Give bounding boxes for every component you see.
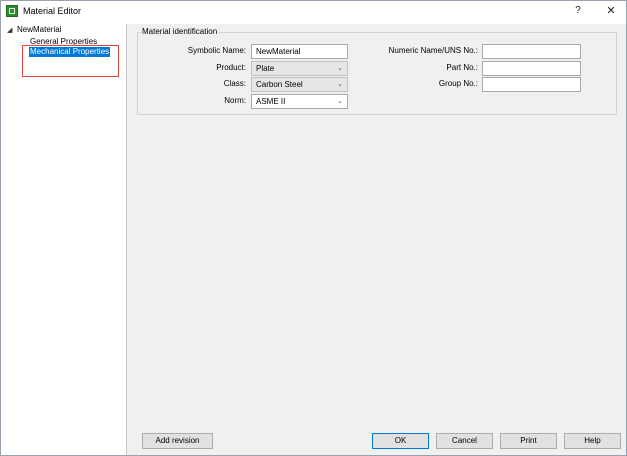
symbolic-name-label: Symbolic Name:: [187, 46, 246, 55]
material-tree: ◢ NewMaterial General Properties Mechani…: [1, 24, 127, 455]
class-value: Carbon Steel: [256, 80, 303, 89]
norm-value: ASME II: [256, 97, 286, 106]
norm-select[interactable]: ASME II ⌄: [251, 94, 348, 109]
chevron-down-icon: ⌄: [337, 81, 343, 88]
expand-toggle-icon[interactable]: ◢: [7, 26, 12, 34]
ok-button[interactable]: OK: [372, 433, 429, 449]
part-no-label: Part No.:: [446, 63, 478, 72]
help-title-button[interactable]: ?: [571, 4, 585, 18]
product-value: Plate: [256, 64, 275, 73]
symbolic-name-input[interactable]: NewMaterial: [251, 44, 348, 59]
group-no-input[interactable]: [482, 77, 581, 92]
tree-item-newmaterial[interactable]: NewMaterial: [17, 25, 61, 34]
cancel-button[interactable]: Cancel: [436, 433, 493, 449]
product-select[interactable]: Plate ⌄: [251, 61, 348, 76]
properties-panel: Material identification Symbolic Name: N…: [127, 24, 626, 455]
app-icon: [6, 5, 18, 17]
add-revision-button[interactable]: Add revision: [142, 433, 213, 449]
title-bar: Material Editor ? ✕: [1, 1, 626, 24]
class-select[interactable]: Carbon Steel ⌄: [251, 77, 348, 92]
class-label: Class:: [223, 79, 246, 88]
numeric-name-label: Numeric Name/UNS No.:: [388, 46, 478, 55]
norm-label: Norm:: [224, 96, 246, 105]
window-title: Material Editor: [23, 6, 82, 16]
print-button[interactable]: Print: [500, 433, 557, 449]
chevron-down-icon: ⌄: [337, 98, 343, 105]
close-button[interactable]: ✕: [604, 4, 618, 18]
group-title: Material identification: [141, 27, 219, 36]
product-label: Product:: [216, 63, 246, 72]
help-button[interactable]: Help: [564, 433, 621, 449]
material-editor-window: Material Editor ? ✕ ◢ NewMaterial Genera…: [0, 0, 627, 456]
group-no-label: Group No.:: [438, 79, 478, 88]
numeric-name-input[interactable]: [482, 44, 581, 59]
chevron-down-icon: ⌄: [337, 65, 343, 72]
highlight-box: [22, 45, 119, 77]
part-no-input[interactable]: [482, 61, 581, 76]
